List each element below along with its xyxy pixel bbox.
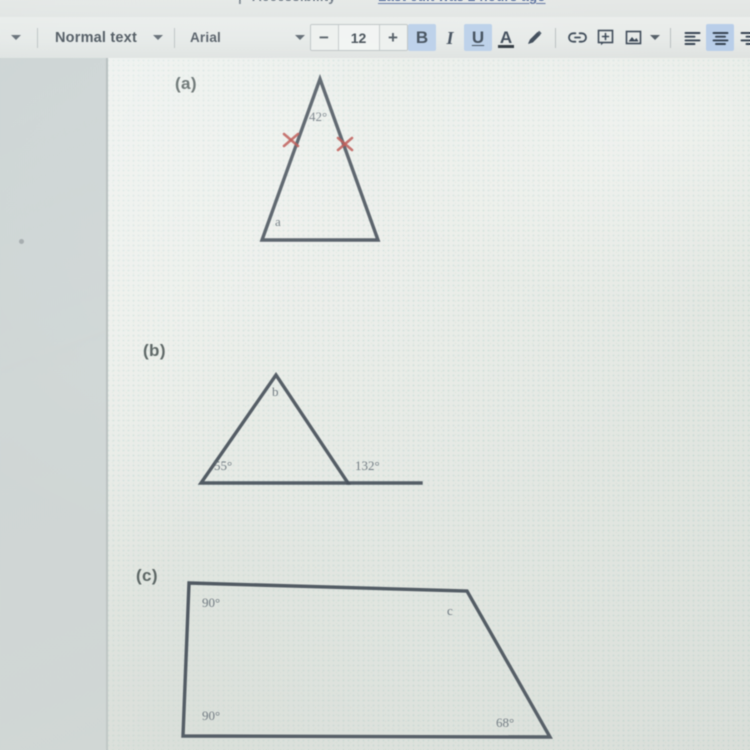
insert-image-dropdown[interactable] [647,24,663,51]
document-editor-window: | Accessibility Last edit was 2 hours ag… [0,0,750,750]
last-edit-status[interactable]: Last edit was 2 hours ago [378,0,546,4]
align-right-icon [740,31,750,45]
figure-a-label: (a) [175,74,197,93]
text-color-button[interactable]: A [492,24,520,51]
image-icon [625,30,641,45]
document-page[interactable]: (a) (b) (c) 42° a b 55° 132° 90° c 90° 6… [106,58,750,750]
chevron-down-icon [295,35,305,40]
document-status-bar: | Accessibility Last edit was 2 hours ag… [0,0,750,17]
italic-button[interactable]: I [436,24,464,51]
paragraph-style-dropdown[interactable]: Normal text [45,24,167,51]
figure-b-label: (b) [143,341,166,360]
underline-icon: U [471,28,485,47]
angle-label-c-top-left: 90° [202,595,220,610]
italic-icon: I [446,27,454,48]
text-color-icon: A [499,28,513,47]
formatting-toolbar: Normal text Arial − 12 + B I U A [0,17,750,58]
align-left-icon [684,31,700,45]
underline-button[interactable]: U [464,24,492,51]
align-center-button[interactable] [706,24,734,51]
chevron-down-icon [11,35,21,40]
font-size-increase-button[interactable]: + [379,25,407,50]
link-icon [567,32,587,43]
figure-c-label: (c) [136,566,158,585]
bold-icon: B [415,28,429,47]
align-left-button[interactable] [678,24,706,51]
angle-label-c-bottom-right: 68° [496,715,514,730]
angle-label-b-exterior: 132° [355,458,380,473]
bold-button[interactable]: B [408,24,436,51]
insert-image-button[interactable] [619,24,647,51]
undo-redo-caret-button[interactable] [2,24,30,51]
align-right-button[interactable] [734,24,750,51]
pencil-icon [527,30,542,44]
geometry-figures-layer: 42° a b 55° 132° 90° c 90° 68° [181,73,553,739]
add-comment-button[interactable] [591,24,619,51]
text-color-swatch [498,45,514,48]
toolbar-divider [37,27,38,48]
angle-label-b-apex: b [272,384,279,399]
chevron-down-icon [152,35,163,40]
font-size-decrease-button[interactable]: − [310,25,338,50]
toolbar-divider [555,27,556,48]
margin-speck [19,239,24,244]
figure-a-triangle: 42° a [259,73,381,242]
accessibility-menu-label[interactable]: Accessibility [252,0,336,4]
toolbar-divider [173,27,175,48]
menu-overflow-indicator: | [238,0,242,4]
angle-label-c-bottom-left: 90° [202,708,220,723]
font-family-dropdown[interactable]: Arial [182,24,309,51]
quadrilateral-c-outline [181,581,553,739]
highlight-color-button[interactable] [520,24,548,51]
page-left-edge [106,58,108,750]
angle-label-a-unknown: a [275,214,281,229]
font-size-input[interactable]: 12 [337,25,380,50]
angle-label-b-base-left: 55° [214,458,232,473]
figure-b-triangle: b 55° 132° [197,371,423,485]
comment-plus-icon [597,29,613,46]
angle-label-a-apex: 42° [309,109,327,124]
chevron-down-icon [650,35,660,40]
font-family-label: Arial [189,30,221,45]
insert-link-button[interactable] [563,24,591,51]
font-size-stepper[interactable]: − 12 + [309,24,408,51]
document-left-margin [0,58,106,750]
paragraph-style-label: Normal text [55,29,137,46]
angle-label-c-unknown: c [447,603,453,618]
align-center-icon [712,31,728,45]
figure-c-quadrilateral: 90° c 90° 68° [181,581,553,739]
toolbar-divider [670,27,671,48]
